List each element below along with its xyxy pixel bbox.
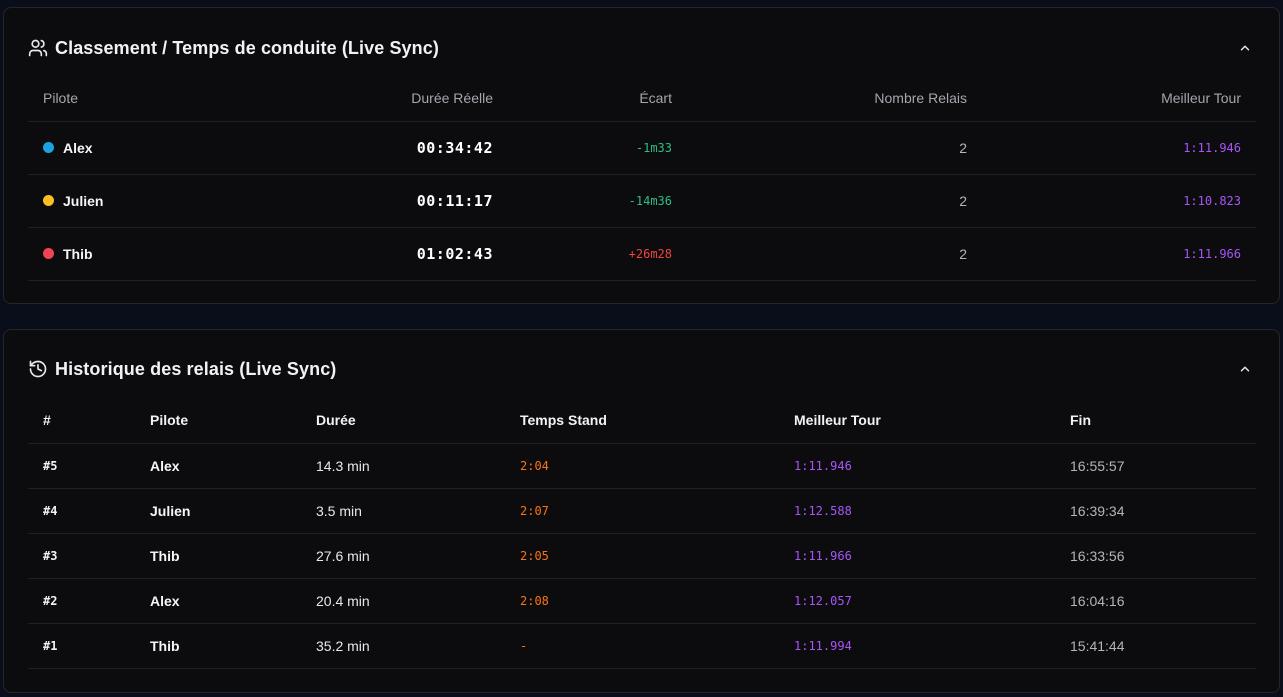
driver-name: Julien bbox=[63, 192, 104, 209]
best-lap: 1:12.588 bbox=[794, 503, 852, 518]
history-header: Historique des relais (Live Sync) bbox=[28, 357, 1255, 381]
table-header-row: Pilote Durée Réelle Écart Nombre Relais … bbox=[28, 75, 1256, 121]
history-collapse-button[interactable] bbox=[1235, 359, 1255, 379]
relay-number: #4 bbox=[43, 503, 58, 518]
table-row: Alex 00:34:42 -1m33 2 1:11.946 bbox=[28, 121, 1256, 174]
users-icon bbox=[28, 38, 48, 58]
column-header-stand-time: Temps Stand bbox=[520, 411, 607, 428]
column-header-number: # bbox=[43, 411, 51, 428]
relay-pilot: Alex bbox=[150, 592, 180, 609]
history-table: # Pilote Durée Temps Stand Meilleur Tour… bbox=[28, 397, 1256, 669]
table-row: Thib 01:02:43 +26m28 2 1:11.966 bbox=[28, 227, 1256, 280]
driving-duration: 01:02:43 bbox=[416, 244, 493, 263]
column-header-pilot: Pilote bbox=[150, 411, 189, 428]
best-lap: 1:11.994 bbox=[794, 638, 852, 653]
stand-time: - bbox=[520, 638, 528, 653]
history-icon bbox=[28, 359, 48, 379]
relay-count: 2 bbox=[959, 245, 967, 262]
column-header-end: Fin bbox=[1070, 411, 1091, 428]
relay-end-time: 16:39:34 bbox=[1070, 502, 1125, 519]
driver-name: Thib bbox=[63, 245, 93, 262]
relay-end-time: 15:41:44 bbox=[1070, 637, 1125, 654]
table-row: #5 Alex 14.3 min 2:04 1:11.946 16:55:57 bbox=[28, 443, 1256, 488]
standings-header: Classement / Temps de conduite (Live Syn… bbox=[28, 36, 1255, 60]
time-gap: -14m36 bbox=[628, 193, 672, 208]
history-panel: Historique des relais (Live Sync) # Pilo… bbox=[3, 329, 1280, 693]
best-lap: 1:11.966 bbox=[794, 548, 852, 563]
table-row: #2 Alex 20.4 min 2:08 1:12.057 16:04:16 bbox=[28, 578, 1256, 623]
column-header-best-lap: Meilleur Tour bbox=[794, 411, 881, 428]
relay-end-time: 16:04:16 bbox=[1070, 592, 1125, 609]
relay-pilot: Thib bbox=[150, 547, 180, 564]
best-lap: 1:11.966 bbox=[1183, 246, 1241, 261]
relay-pilot: Thib bbox=[150, 637, 180, 654]
column-header-gap: Écart bbox=[639, 89, 672, 106]
table-row: #3 Thib 27.6 min 2:05 1:11.966 16:33:56 bbox=[28, 533, 1256, 578]
standings-panel: Classement / Temps de conduite (Live Syn… bbox=[3, 7, 1280, 304]
stand-time: 2:05 bbox=[520, 548, 549, 563]
history-title: Historique des relais (Live Sync) bbox=[55, 358, 337, 379]
stand-time: 2:04 bbox=[520, 458, 549, 473]
column-header-relays: Nombre Relais bbox=[874, 89, 967, 106]
driving-duration: 00:34:42 bbox=[416, 138, 493, 157]
standings-title: Classement / Temps de conduite (Live Syn… bbox=[55, 37, 439, 58]
table-row: Julien 00:11:17 -14m36 2 1:10.823 bbox=[28, 174, 1256, 227]
relay-count: 2 bbox=[959, 139, 967, 156]
best-lap: 1:12.057 bbox=[794, 593, 852, 608]
relay-end-time: 16:55:57 bbox=[1070, 457, 1125, 474]
relay-number: #2 bbox=[43, 593, 58, 608]
best-lap: 1:11.946 bbox=[1183, 140, 1241, 155]
time-gap: +26m28 bbox=[628, 246, 672, 261]
chevron-up-icon bbox=[1240, 366, 1250, 372]
driving-duration: 00:11:17 bbox=[416, 191, 493, 210]
standings-collapse-button[interactable] bbox=[1235, 38, 1255, 58]
table-row: #1 Thib 35.2 min - 1:11.994 15:41:44 bbox=[28, 623, 1256, 668]
relay-pilot: Alex bbox=[150, 457, 180, 474]
stand-time: 2:07 bbox=[520, 503, 549, 518]
relay-duration: 14.3 min bbox=[316, 457, 370, 474]
relay-duration: 35.2 min bbox=[316, 637, 370, 654]
best-lap: 1:10.823 bbox=[1183, 193, 1241, 208]
column-header-duration: Durée Réelle bbox=[411, 89, 493, 106]
relay-number: #3 bbox=[43, 548, 58, 563]
column-header-best-lap: Meilleur Tour bbox=[1161, 89, 1241, 106]
table-row: #4 Julien 3.5 min 2:07 1:12.588 16:39:34 bbox=[28, 488, 1256, 533]
best-lap: 1:11.946 bbox=[794, 458, 852, 473]
relay-duration: 20.4 min bbox=[316, 592, 370, 609]
relay-duration: 3.5 min bbox=[316, 502, 362, 519]
stand-time: 2:08 bbox=[520, 593, 549, 608]
relay-number: #5 bbox=[43, 458, 58, 473]
table-header-row: # Pilote Durée Temps Stand Meilleur Tour… bbox=[28, 397, 1256, 443]
column-header-pilot: Pilote bbox=[43, 89, 79, 106]
relay-count: 2 bbox=[959, 192, 967, 209]
column-header-duration: Durée bbox=[316, 411, 356, 428]
driver-name: Alex bbox=[63, 139, 93, 156]
time-gap: -1m33 bbox=[635, 140, 672, 155]
relay-pilot: Julien bbox=[150, 502, 191, 519]
standings-table: Pilote Durée Réelle Écart Nombre Relais … bbox=[28, 75, 1256, 281]
driver-color-dot bbox=[43, 195, 54, 206]
chevron-up-icon bbox=[1240, 45, 1250, 51]
relay-number: #1 bbox=[43, 638, 58, 653]
driver-color-dot bbox=[43, 248, 54, 259]
relay-end-time: 16:33:56 bbox=[1070, 547, 1125, 564]
driver-color-dot bbox=[43, 142, 54, 153]
relay-duration: 27.6 min bbox=[316, 547, 370, 564]
